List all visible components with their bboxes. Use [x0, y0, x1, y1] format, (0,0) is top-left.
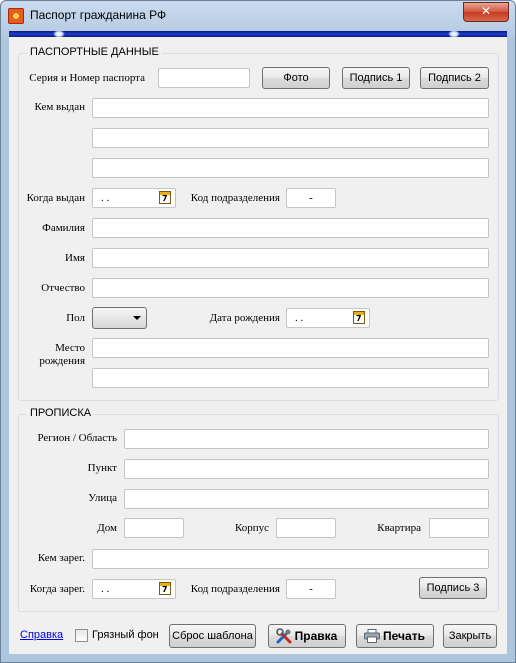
series-number-input[interactable] — [158, 68, 250, 88]
issued-by-label: Кем выдан — [34, 101, 85, 113]
print-button[interactable]: Печать — [356, 624, 434, 648]
name-label: Имя — [65, 252, 85, 264]
title-bar[interactable]: Паспорт гражданина РФ ✕ — [1, 1, 515, 31]
region-input[interactable] — [124, 429, 489, 449]
dirty-background-label: Грязный фон — [92, 629, 159, 641]
window-title: Паспорт гражданина РФ — [30, 8, 167, 22]
photo-button[interactable]: Фото — [262, 67, 330, 89]
client-area: ПАСПОРТНЫЕ ДАННЫЕ Серия и Номер паспорта… — [9, 37, 507, 654]
name-input[interactable] — [92, 248, 489, 268]
sex-select[interactable] — [92, 307, 147, 329]
dept-code-input[interactable]: - — [286, 188, 336, 208]
birth-date-value: . . — [295, 312, 304, 324]
region-label: Регион / Область — [37, 432, 117, 444]
chevron-down-icon — [133, 316, 141, 320]
registered-by-input[interactable] — [92, 549, 489, 569]
apartment-input[interactable] — [429, 518, 489, 538]
passport-group: ПАСПОРТНЫЕ ДАННЫЕ Серия и Номер паспорта… — [18, 46, 499, 401]
series-number-label: Серия и Номер паспорта — [29, 72, 145, 84]
birthplace-label-line1: Место — [55, 342, 85, 354]
building-label: Корпус — [234, 522, 269, 534]
calendar-icon[interactable] — [159, 582, 171, 595]
registered-date-picker[interactable]: . . — [92, 579, 176, 599]
building-input[interactable] — [276, 518, 336, 538]
issue-date-label: Когда выдан — [26, 192, 85, 204]
surname-label: Фамилия — [42, 222, 85, 234]
calendar-icon[interactable] — [159, 191, 171, 204]
help-link[interactable]: Справка — [20, 629, 63, 641]
patronymic-input[interactable] — [92, 278, 489, 298]
dirty-background-checkbox[interactable] — [75, 629, 88, 642]
registration-dept-code-input[interactable]: - — [286, 579, 336, 599]
birthplace-input-1[interactable] — [92, 338, 489, 358]
printer-icon — [364, 629, 380, 643]
street-input[interactable] — [124, 489, 489, 509]
issued-by-input-3[interactable] — [92, 158, 489, 178]
registration-dept-code-label: Код подразделения — [190, 583, 280, 595]
registered-date-label: Когда зарег. — [29, 583, 85, 595]
signature1-button[interactable]: Подпись 1 — [342, 67, 410, 89]
issued-by-input-1[interactable] — [92, 98, 489, 118]
birthplace-input-2[interactable] — [92, 368, 489, 388]
signature3-button[interactable]: Подпись 3 — [419, 577, 487, 599]
registration-group: ПРОПИСКА Регион / Область Пункт Улица До… — [18, 407, 499, 612]
passport-legend: ПАСПОРТНЫЕ ДАННЫЕ — [27, 46, 162, 58]
apartment-label: Квартира — [377, 522, 421, 534]
dept-code-label: Код подразделения — [190, 192, 280, 204]
app-icon — [8, 8, 24, 24]
registration-legend: ПРОПИСКА — [27, 407, 95, 419]
birth-date-label: Дата рождения — [209, 312, 280, 324]
edit-button[interactable]: Правка — [268, 624, 346, 648]
issue-date-value: . . — [101, 192, 110, 204]
calendar-icon[interactable] — [353, 311, 365, 324]
patronymic-label: Отчество — [41, 282, 85, 294]
sex-label: Пол — [66, 312, 85, 324]
reset-template-button[interactable]: Сброс шаблона — [169, 624, 256, 648]
print-button-label: Печать — [383, 629, 425, 643]
birth-date-picker[interactable]: . . — [286, 308, 370, 328]
issued-by-input-2[interactable] — [92, 128, 489, 148]
edit-button-label: Правка — [294, 629, 338, 643]
tools-icon — [276, 628, 292, 644]
registered-by-label: Кем зарег. — [37, 552, 85, 564]
close-window-button[interactable]: ✕ — [463, 2, 509, 22]
issue-date-picker[interactable]: . . — [92, 188, 176, 208]
registered-date-value: . . — [101, 583, 110, 595]
locality-input[interactable] — [124, 459, 489, 479]
locality-label: Пункт — [87, 462, 117, 474]
street-label: Улица — [88, 492, 117, 504]
signature2-button[interactable]: Подпись 2 — [420, 67, 489, 89]
close-button[interactable]: Закрыть — [443, 624, 497, 648]
main-window: Паспорт гражданина РФ ✕ ПАСПОРТНЫЕ ДАННЫ… — [0, 0, 516, 663]
birthplace-label-line2: рождения — [39, 355, 85, 367]
house-label: Дом — [97, 522, 117, 534]
surname-input[interactable] — [92, 218, 489, 238]
house-input[interactable] — [124, 518, 184, 538]
